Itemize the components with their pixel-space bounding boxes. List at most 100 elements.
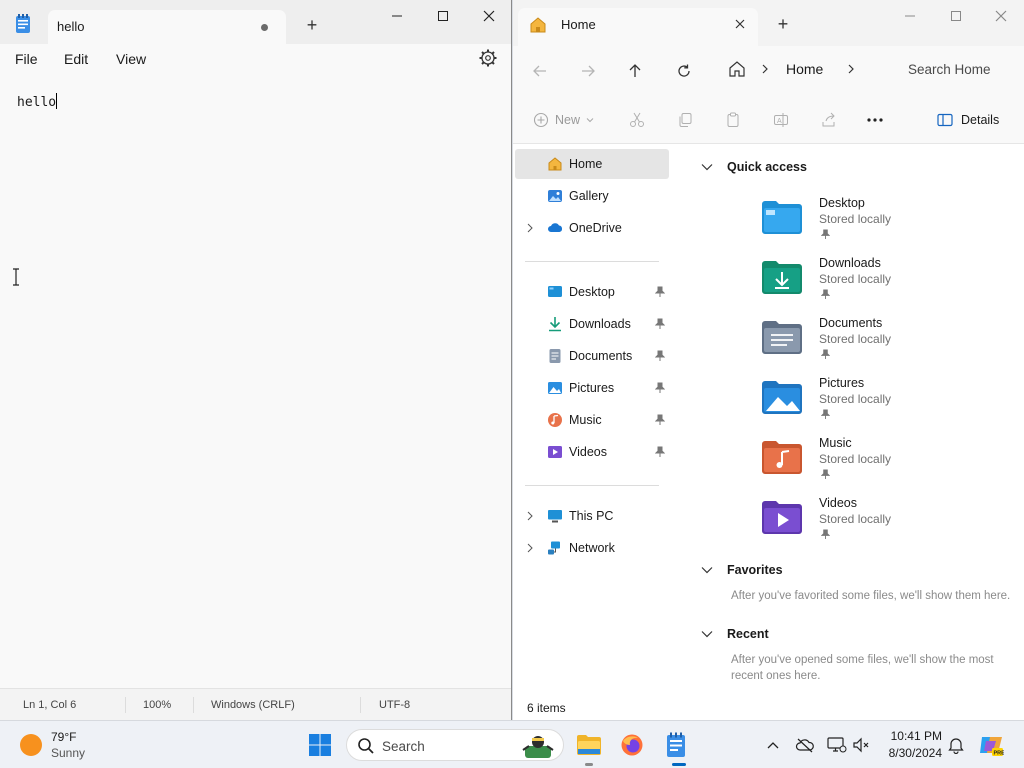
- quick-access-item[interactable]: Documents Stored locally: [761, 316, 1011, 370]
- nav-item-home[interactable]: Home: [515, 149, 669, 179]
- paste-button[interactable]: [723, 110, 743, 130]
- nav-label: Gallery: [569, 189, 609, 203]
- address-bar[interactable]: Home: [718, 52, 886, 86]
- recent-empty-note: After you've opened some files, we'll sh…: [731, 654, 994, 682]
- quick-access-item[interactable]: Downloads Stored locally: [761, 256, 1011, 310]
- nav-item-videos[interactable]: Videos: [515, 437, 669, 467]
- search-box[interactable]: Search Home: [895, 52, 1020, 86]
- up-button[interactable]: [620, 56, 650, 86]
- notepad-titlebar[interactable]: hello +: [0, 0, 511, 44]
- rename-button[interactable]: A: [771, 110, 791, 130]
- display-button[interactable]: [827, 735, 847, 755]
- section-quick-access[interactable]: Quick access: [701, 157, 807, 177]
- quick-access-item[interactable]: Music Stored locally: [761, 436, 1011, 490]
- menu-file[interactable]: File: [15, 51, 38, 67]
- copy-button[interactable]: [675, 110, 695, 130]
- chevron-down-icon: [701, 567, 713, 574]
- more-options-button[interactable]: [865, 110, 885, 130]
- taskbar-notepad[interactable]: [660, 729, 692, 761]
- close-icon: [735, 19, 745, 29]
- pin-icon[interactable]: [655, 446, 665, 458]
- home-icon: [530, 17, 546, 33]
- pin-icon[interactable]: [655, 414, 665, 426]
- nav-item-network[interactable]: Network: [515, 533, 669, 563]
- status-divider: [193, 697, 194, 713]
- taskbar-search[interactable]: Search: [346, 729, 564, 761]
- nav-label: Network: [569, 541, 615, 555]
- pin-icon: [821, 289, 830, 299]
- cut-button[interactable]: [627, 110, 647, 130]
- new-tab-button[interactable]: +: [300, 14, 324, 36]
- pin-icon: [821, 229, 830, 239]
- nav-label: Documents: [569, 349, 633, 363]
- section-recent[interactable]: Recent: [701, 624, 769, 644]
- nav-item-desktop[interactable]: Desktop: [515, 277, 669, 307]
- nav-item-onedrive[interactable]: OneDrive: [515, 213, 669, 243]
- breadcrumb-home[interactable]: Home: [786, 61, 823, 77]
- nav-item-downloads[interactable]: Downloads: [515, 309, 669, 339]
- close-button[interactable]: [466, 0, 512, 32]
- details-pane-button[interactable]: Details: [937, 110, 999, 130]
- navigation-pane: Home Gallery OneDrive Desktop Downloads …: [513, 144, 673, 689]
- pin-icon[interactable]: [655, 382, 665, 394]
- chevron-right-icon[interactable]: [846, 61, 856, 77]
- pin-icon[interactable]: [655, 350, 665, 362]
- start-button[interactable]: [304, 729, 336, 761]
- pin-icon[interactable]: [655, 286, 665, 298]
- speaker-muted-icon: [853, 737, 869, 753]
- close-button[interactable]: [978, 0, 1024, 32]
- menu-edit[interactable]: Edit: [64, 51, 88, 67]
- music-folder-icon: [762, 441, 802, 474]
- scissors-icon: [630, 112, 644, 127]
- chevron-down-icon: [586, 118, 594, 123]
- nav-item-this-pc[interactable]: This PC: [515, 501, 669, 531]
- refresh-button[interactable]: [669, 56, 699, 86]
- volume-button[interactable]: [852, 735, 872, 755]
- section-heading: Recent: [727, 627, 769, 641]
- unsaved-dot-icon[interactable]: [261, 24, 268, 31]
- chevron-right-icon[interactable]: [526, 223, 534, 233]
- onedrive-status-button[interactable]: [795, 735, 815, 755]
- explorer-navbar: Home Search Home: [513, 46, 1024, 96]
- gallery-icon: [548, 190, 562, 202]
- pin-icon[interactable]: [655, 318, 665, 330]
- share-button[interactable]: [819, 110, 839, 130]
- maximize-button[interactable]: [933, 0, 979, 32]
- minimize-icon: [905, 15, 915, 17]
- settings-gear-icon[interactable]: [478, 48, 498, 68]
- back-button[interactable]: [525, 56, 555, 86]
- minimize-button[interactable]: [374, 0, 420, 32]
- taskbar-file-explorer[interactable]: [573, 729, 605, 761]
- forward-button[interactable]: [573, 56, 603, 86]
- item-name: Music: [819, 436, 852, 450]
- menu-view[interactable]: View: [116, 51, 146, 67]
- quick-access-item[interactable]: Desktop Stored locally: [761, 196, 1011, 250]
- notepad-tab[interactable]: hello: [48, 10, 286, 44]
- copilot-button[interactable]: PRE: [976, 729, 1006, 761]
- chevron-right-icon[interactable]: [526, 511, 534, 521]
- explorer-tab[interactable]: Home: [518, 8, 758, 46]
- notepad-text-area[interactable]: hello: [0, 74, 511, 688]
- desktop-folder-icon: [762, 201, 802, 234]
- tab-close-button[interactable]: [731, 15, 749, 33]
- new-tab-button[interactable]: +: [771, 13, 795, 35]
- nav-item-gallery[interactable]: Gallery: [515, 181, 669, 211]
- taskbar-firefox[interactable]: [616, 729, 648, 761]
- pin-icon: [821, 469, 830, 479]
- section-favorites[interactable]: Favorites: [701, 560, 783, 580]
- new-button[interactable]: New: [533, 110, 594, 130]
- nav-item-pictures[interactable]: Pictures: [515, 373, 669, 403]
- clock-date: 8/30/2024: [888, 746, 942, 760]
- nav-item-documents[interactable]: Documents: [515, 341, 669, 371]
- videos-icon: [548, 446, 562, 458]
- nav-item-music[interactable]: Music: [515, 405, 669, 435]
- quick-access-item[interactable]: Videos Stored locally: [761, 496, 1011, 550]
- minimize-button[interactable]: [887, 0, 933, 32]
- show-hidden-icons-button[interactable]: [763, 735, 783, 755]
- explorer-titlebar[interactable]: Home +: [513, 0, 1024, 46]
- chevron-down-icon: [701, 631, 713, 638]
- chevron-right-icon[interactable]: [526, 543, 534, 553]
- maximize-button[interactable]: [420, 0, 466, 32]
- quick-access-item[interactable]: Pictures Stored locally: [761, 376, 1011, 430]
- notifications-button[interactable]: [946, 735, 966, 755]
